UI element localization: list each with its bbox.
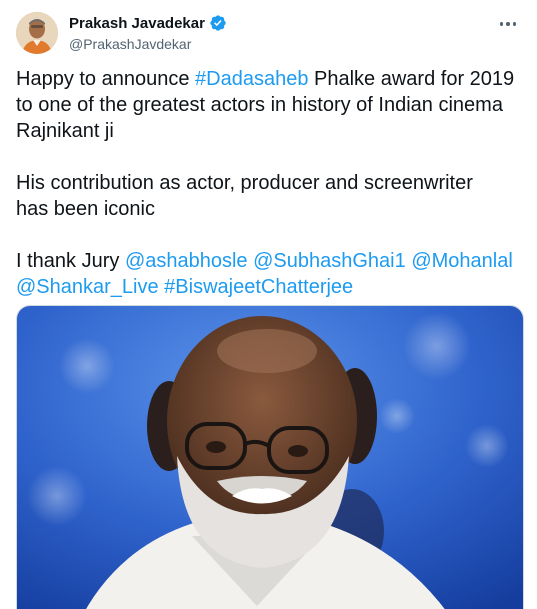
mention-link[interactable]: @Shankar_Live xyxy=(16,276,159,298)
mention-link[interactable]: @ashabhosle xyxy=(125,250,248,272)
mention-link[interactable]: @Mohanlal xyxy=(411,250,512,272)
tweet-line-7: @Shankar_Live #BiswajeetChatterjee xyxy=(16,274,528,300)
tweet-line-3: Rajnikant ji xyxy=(16,120,114,142)
verified-badge-icon xyxy=(209,14,227,32)
tweet-header: Prakash Javadekar @PrakashJavdekar xyxy=(16,12,523,56)
tweet-line-5: has been iconic xyxy=(16,198,155,220)
display-name[interactable]: Prakash Javadekar xyxy=(69,15,205,32)
tweet-text: Happy to announce #Dadasaheb Phalke awar… xyxy=(16,66,528,300)
text-segment: Phalke award for 2019 xyxy=(308,68,515,90)
text-segment: I thank Jury xyxy=(16,250,125,272)
more-options-icon[interactable] xyxy=(497,14,519,34)
hashtag-link[interactable]: #Dadasaheb xyxy=(195,68,308,90)
avatar[interactable] xyxy=(16,12,58,54)
tweet-line-1: Happy to announce #Dadasaheb Phalke awar… xyxy=(16,66,528,92)
tweet-card: Prakash Javadekar @PrakashJavdekar Happy… xyxy=(0,0,537,609)
tweet-line-2: to one of the greatest actors in history… xyxy=(16,94,503,116)
mention-link[interactable]: @SubhashGhai1 xyxy=(253,250,406,272)
hashtag-link[interactable]: #BiswajeetChatterjee xyxy=(164,276,353,298)
tweet-line-4: His contribution as actor, producer and … xyxy=(16,172,473,194)
tweet-media-photo[interactable] xyxy=(16,305,524,609)
tweet-line-6: I thank Jury @ashabhosle @SubhashGhai1 @… xyxy=(16,248,528,274)
portrait-photo xyxy=(17,306,523,609)
handle[interactable]: @PrakashJavdekar xyxy=(69,36,227,52)
text-segment: Happy to announce xyxy=(16,68,196,90)
author-info: Prakash Javadekar @PrakashJavdekar xyxy=(69,14,227,52)
